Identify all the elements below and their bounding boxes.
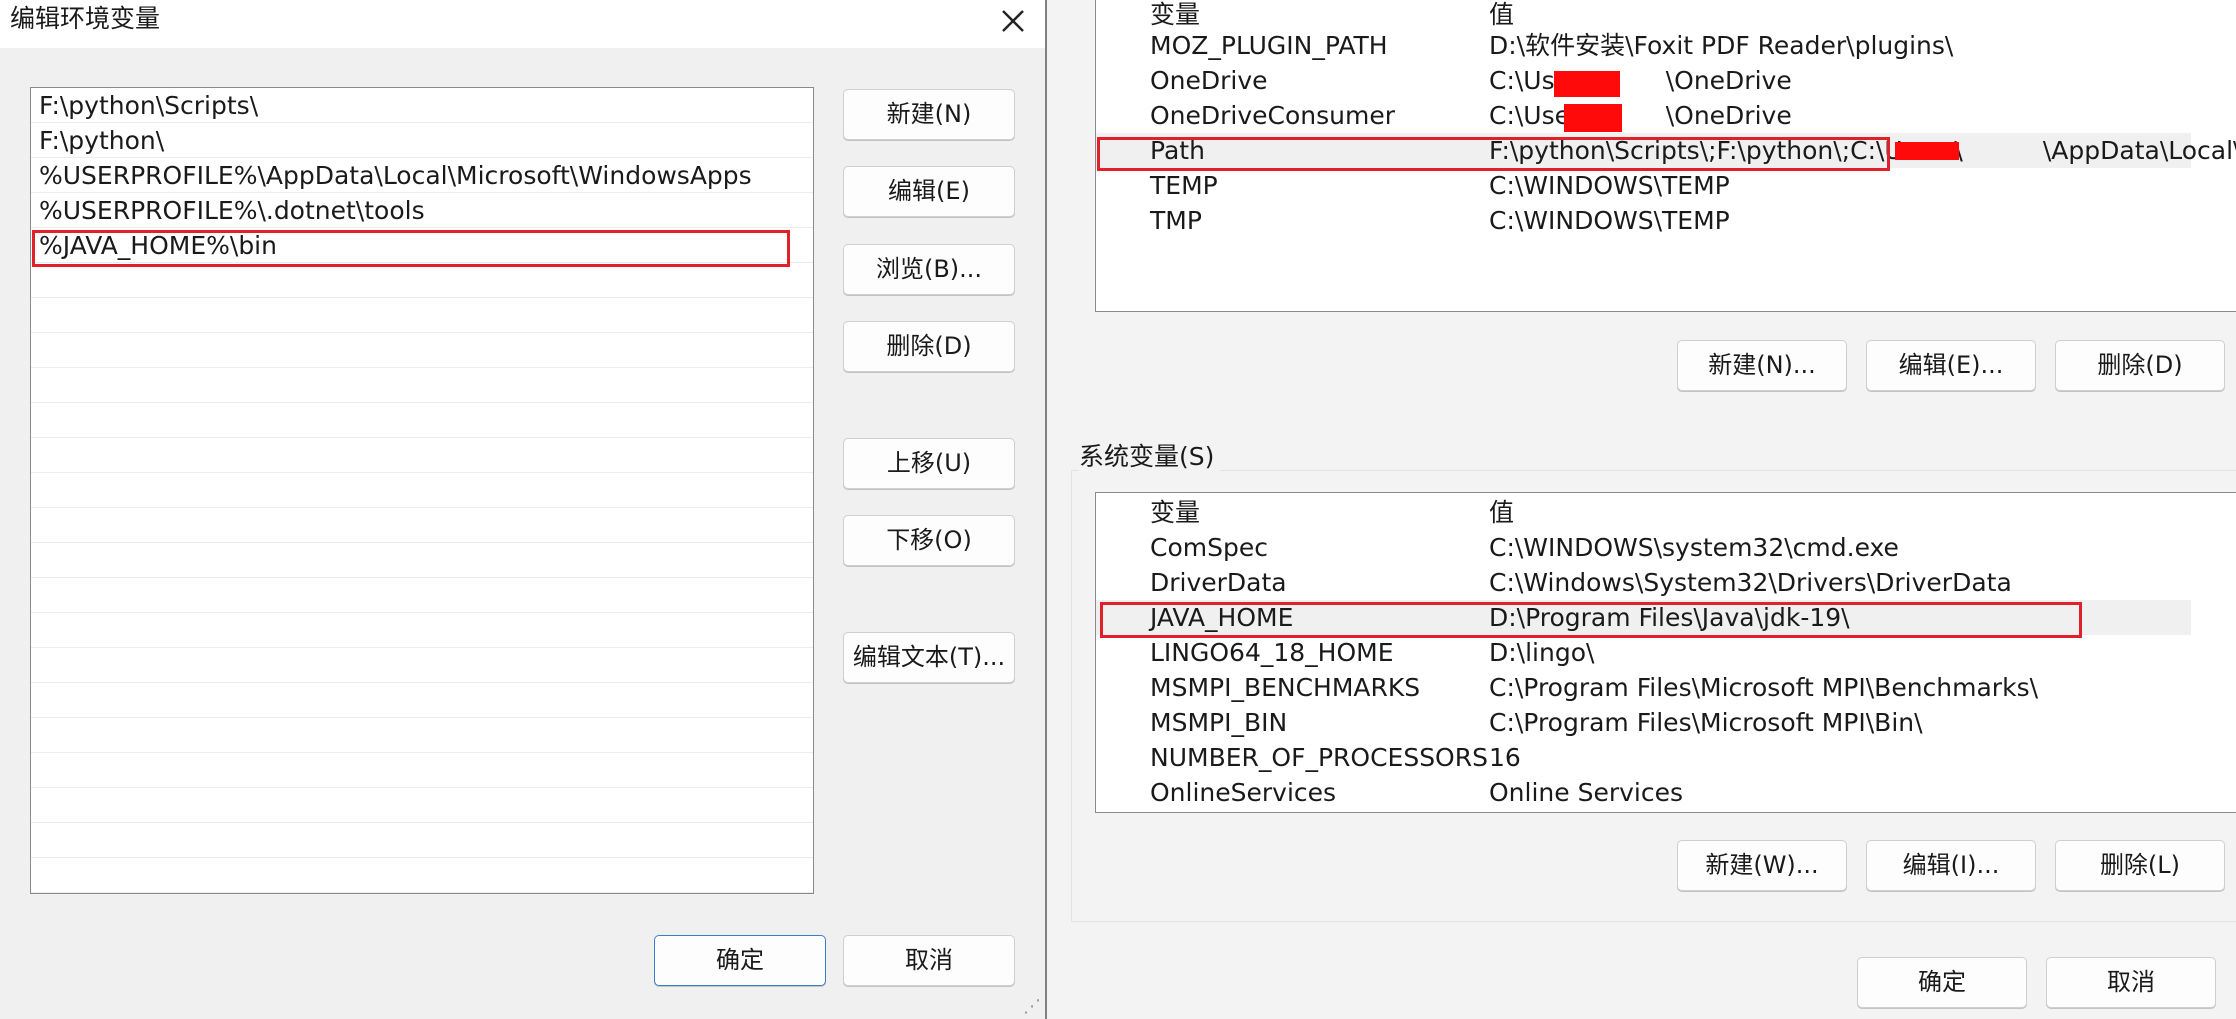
env-cancel-button[interactable]: 取消 bbox=[2046, 957, 2216, 1008]
edit-button[interactable]: 编辑(E) bbox=[843, 166, 1015, 217]
var-name: LINGO64_18_HOME bbox=[1150, 638, 1394, 667]
close-icon[interactable] bbox=[996, 4, 1030, 38]
system-var-row[interactable]: ComSpec C:\WINDOWS\system32\cmd.exe bbox=[1096, 530, 2236, 565]
empty-row[interactable] bbox=[31, 648, 813, 683]
empty-row[interactable] bbox=[31, 613, 813, 648]
environment-variables-window: 变量 值 MOZ_PLUGIN_PATH D:\软件安装\Foxit PDF R… bbox=[1047, 0, 2236, 1019]
system-variables-header[interactable]: 变量 值 bbox=[1096, 495, 2236, 530]
empty-row[interactable] bbox=[31, 298, 813, 333]
var-name: ComSpec bbox=[1150, 533, 1268, 562]
ok-button[interactable]: 确定 bbox=[654, 935, 826, 986]
new-button[interactable]: 新建(N) bbox=[843, 89, 1015, 140]
var-value: D:\软件安装\Foxit PDF Reader\plugins\ bbox=[1489, 31, 1954, 60]
redaction-mark bbox=[1895, 142, 1959, 160]
var-name: OnlineServices bbox=[1150, 778, 1337, 807]
dialog-title: 编辑环境变量 bbox=[10, 4, 161, 33]
system-var-row[interactable]: NUMBER_OF_PROCESSORS 16 bbox=[1096, 740, 2236, 775]
header-variable: 变量 bbox=[1150, 498, 1201, 527]
env-ok-button[interactable]: 确定 bbox=[1857, 957, 2027, 1008]
var-value: C:\Users\ \OneDrive bbox=[1489, 66, 1792, 95]
move-up-button[interactable]: 上移(U) bbox=[843, 438, 1015, 489]
system-var-row[interactable]: MSMPI_BIN C:\Program Files\Microsoft MPI… bbox=[1096, 705, 2236, 740]
user-new-button[interactable]: 新建(N)... bbox=[1677, 340, 1847, 391]
user-var-row[interactable]: TEMP C:\WINDOWS\TEMP bbox=[1096, 168, 2236, 203]
system-delete-button[interactable]: 删除(L) bbox=[2055, 840, 2225, 891]
empty-row[interactable] bbox=[31, 403, 813, 438]
java-home-bin-highlight bbox=[32, 230, 790, 267]
var-name: MSMPI_BENCHMARKS bbox=[1150, 673, 1421, 702]
system-var-row[interactable]: OnlineServices Online Services bbox=[1096, 775, 2236, 810]
empty-row[interactable] bbox=[31, 333, 813, 368]
redaction-mark bbox=[1554, 71, 1620, 97]
empty-row[interactable] bbox=[31, 473, 813, 508]
user-edit-button[interactable]: 编辑(E)... bbox=[1866, 340, 2036, 391]
var-value: Online Services bbox=[1489, 778, 1684, 807]
var-name: NUMBER_OF_PROCESSORS bbox=[1150, 743, 1488, 772]
user-var-row[interactable]: MOZ_PLUGIN_PATH D:\软件安装\Foxit PDF Reader… bbox=[1096, 28, 2236, 63]
delete-button[interactable]: 删除(D) bbox=[843, 321, 1015, 372]
path-entry[interactable]: F:\python\Scripts\ bbox=[31, 88, 813, 123]
empty-row[interactable] bbox=[31, 683, 813, 718]
cancel-button[interactable]: 取消 bbox=[843, 935, 1015, 986]
edit-environment-variable-dialog: 编辑环境变量 F:\python\Scripts\ F:\python\ %US… bbox=[0, 0, 1047, 1019]
path-entry-text: F:\python\ bbox=[39, 126, 165, 155]
system-edit-button[interactable]: 编辑(I)... bbox=[1866, 840, 2036, 891]
path-entry-text: F:\python\Scripts\ bbox=[39, 91, 259, 120]
path-entries-list[interactable]: F:\python\Scripts\ F:\python\ %USERPROFI… bbox=[30, 87, 814, 894]
var-value: C:\Program Files\Microsoft MPI\Bin\ bbox=[1489, 708, 1923, 737]
empty-row[interactable] bbox=[31, 263, 813, 298]
resize-grip-icon[interactable]: ⋰ bbox=[1023, 996, 1041, 1017]
path-entry[interactable]: %USERPROFILE%\.dotnet\tools bbox=[31, 193, 813, 228]
var-value: C:\Users\ \OneDrive bbox=[1489, 101, 1792, 130]
var-name: MOZ_PLUGIN_PATH bbox=[1150, 31, 1388, 60]
redaction-mark bbox=[1564, 104, 1622, 132]
system-var-row[interactable]: LINGO64_18_HOME D:\lingo\ bbox=[1096, 635, 2236, 670]
var-name: TMP bbox=[1150, 206, 1202, 235]
empty-row[interactable] bbox=[31, 858, 813, 893]
var-value: C:\Program Files\Microsoft MPI\Benchmark… bbox=[1489, 673, 2039, 702]
system-variables-label: 系统变量(S) bbox=[1079, 440, 1221, 474]
user-var-row[interactable]: OneDriveConsumer C:\Users\ \OneDrive bbox=[1096, 98, 2236, 133]
var-value: C:\WINDOWS\TEMP bbox=[1489, 171, 1730, 200]
path-entry[interactable]: F:\python\ bbox=[31, 123, 813, 158]
empty-row[interactable] bbox=[31, 508, 813, 543]
move-down-button[interactable]: 下移(O) bbox=[843, 515, 1015, 566]
system-var-row[interactable]: DriverData C:\Windows\System32\Drivers\D… bbox=[1096, 565, 2236, 600]
empty-row[interactable] bbox=[31, 578, 813, 613]
browse-button[interactable]: 浏览(B)... bbox=[843, 244, 1015, 295]
var-value: C:\WINDOWS\system32\cmd.exe bbox=[1489, 533, 1899, 562]
path-row-highlight bbox=[1097, 137, 1890, 171]
empty-row[interactable] bbox=[31, 438, 813, 473]
var-value: C:\Windows\System32\Drivers\DriverData bbox=[1489, 568, 2012, 597]
path-entry-text: %USERPROFILE%\.dotnet\tools bbox=[39, 196, 425, 225]
empty-row[interactable] bbox=[31, 788, 813, 823]
var-name: TEMP bbox=[1150, 171, 1218, 200]
var-name: OneDriveConsumer bbox=[1150, 101, 1396, 130]
var-value: C:\WINDOWS\TEMP bbox=[1489, 206, 1730, 235]
var-value: 16 bbox=[1489, 743, 1521, 772]
header-value: 值 bbox=[1489, 498, 1515, 527]
system-var-row[interactable]: MSMPI_BENCHMARKS C:\Program Files\Micros… bbox=[1096, 670, 2236, 705]
user-var-row[interactable]: OneDrive C:\Users\ \OneDrive bbox=[1096, 63, 2236, 98]
java-home-row-highlight bbox=[1100, 602, 2082, 638]
empty-row[interactable] bbox=[31, 543, 813, 578]
empty-row[interactable] bbox=[31, 753, 813, 788]
empty-row[interactable] bbox=[31, 823, 813, 858]
path-entry-text: %USERPROFILE%\AppData\Local\Microsoft\Wi… bbox=[39, 161, 752, 190]
empty-row[interactable] bbox=[31, 718, 813, 753]
system-new-button[interactable]: 新建(W)... bbox=[1677, 840, 1847, 891]
user-delete-button[interactable]: 删除(D) bbox=[2055, 340, 2225, 391]
var-value: D:\lingo\ bbox=[1489, 638, 1595, 667]
var-name: OneDrive bbox=[1150, 66, 1268, 95]
path-entry[interactable]: %USERPROFILE%\AppData\Local\Microsoft\Wi… bbox=[31, 158, 813, 193]
edit-text-button[interactable]: 编辑文本(T)... bbox=[843, 632, 1015, 683]
empty-row[interactable] bbox=[31, 368, 813, 403]
var-name: MSMPI_BIN bbox=[1150, 708, 1288, 737]
user-var-row[interactable]: TMP C:\WINDOWS\TEMP bbox=[1096, 203, 2236, 238]
var-name: DriverData bbox=[1150, 568, 1287, 597]
system-variables-list[interactable]: 变量 值 ComSpec C:\WINDOWS\system32\cmd.exe… bbox=[1095, 492, 2236, 813]
